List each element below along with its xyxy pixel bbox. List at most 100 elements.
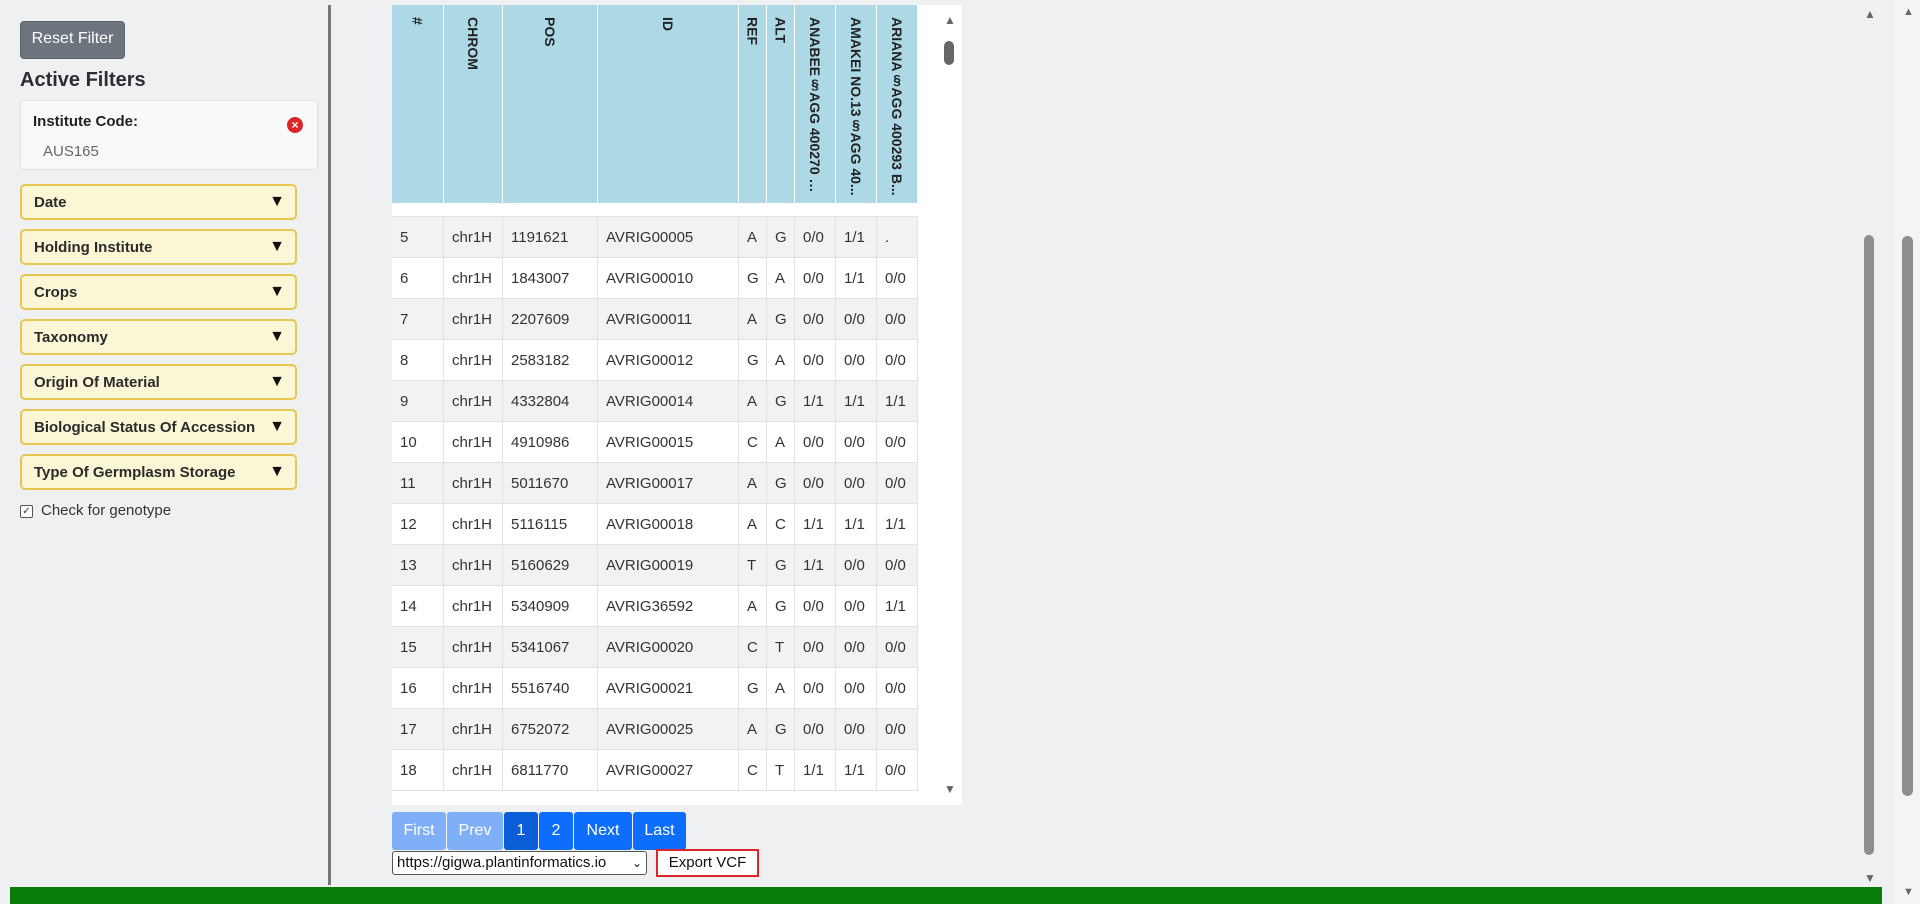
genotype-cell: 0/0 [877,545,918,586]
genotype-table: # CHROM POS ID REF ALT ANABEE§AGG 400270… [392,5,962,805]
facet-holding-institute[interactable]: Holding Institute ▼ [20,229,297,265]
window-scrollbar[interactable]: ▲ ▼ [1895,0,1920,904]
table-row[interactable]: 18 chr1H 6811770 AVRIG00027 C T 1/1 1/1 0/0 [392,750,918,791]
column-header[interactable]: ANABEE§AGG 400270 B... [795,5,836,203]
triangle-down-icon: ▼ [269,193,285,210]
genotype-cell: 0/0 [795,340,836,381]
scroll-up-icon[interactable]: ▲ [1864,7,1876,21]
table-row[interactable]: 11 chr1H 5011670 AVRIG00017 A G 0/0 0/0 0/0 [392,463,918,504]
genotype-cell: 0/0 [877,627,918,668]
table-row[interactable]: 7 chr1H 2207609 AVRIG00011 A G 0/0 0/0 0/0 [392,299,918,340]
scroll-down-icon[interactable]: ▼ [1864,871,1876,885]
chrom-cell: chr1H [444,627,503,668]
prev-page-button[interactable]: Prev [447,812,503,850]
id-cell: AVRIG00021 [598,668,739,709]
table-row[interactable]: 14 chr1H 5340909 AVRIG36592 A G 0/0 0/0 1/1 [392,586,918,627]
pos-cell: 6752072 [503,709,598,750]
server-select[interactable]: https://gigwa.plantinformatics.io ⌄ [392,851,647,875]
ref-cell: G [739,258,767,299]
row-number: 17 [392,709,444,750]
chrom-cell: chr1H [444,709,503,750]
page-2-button[interactable]: 2 [539,812,573,850]
genotype-cell: 0/0 [836,586,877,627]
column-header[interactable]: ARIANA§AGG 400293 B... [877,5,918,203]
genotype-cell: 1/1 [795,504,836,545]
table-row[interactable]: 5 chr1H 1191621 AVRIG00005 A G 0/0 1/1. [392,217,918,258]
genotype-cell: 0/0 [836,422,877,463]
active-filter-card: Institute Code: AUS165 × [20,100,318,170]
facet-crops[interactable]: Crops ▼ [20,274,297,310]
ref-cell: T [739,545,767,586]
column-header[interactable]: AMAKEI NO.13§AGG 40... [836,5,877,203]
genotype-cell: 0/0 [877,422,918,463]
table-row[interactable]: 6 chr1H 1843007 AVRIG00010 G A 0/0 1/1 0/0 [392,258,918,299]
scroll-thumb[interactable] [1864,235,1874,855]
table-row[interactable]: 16 chr1H 5516740 AVRIG00021 G A 0/0 0/0 0/0 [392,668,918,709]
genotype-cell: 0/0 [795,463,836,504]
chrom-cell: chr1H [444,340,503,381]
alt-cell: T [767,750,795,791]
table-row[interactable]: 15 chr1H 5341067 AVRIG00020 C T 0/0 0/0 0/0 [392,627,918,668]
facet-label: Type Of Germplasm Storage [34,464,236,481]
scroll-up-icon[interactable]: ▲ [1903,6,1914,18]
table-row[interactable]: 10 chr1H 4910986 AVRIG00015 C A 0/0 0/0 0/0 [392,422,918,463]
chrom-cell: chr1H [444,299,503,340]
chrom-cell: chr1H [444,668,503,709]
active-filter-label: Institute Code: [33,113,138,130]
table-row[interactable]: 8 chr1H 2583182 AVRIG00012 G A 0/0 0/0 0/0 [392,340,918,381]
genotype-cell: 0/0 [795,258,836,299]
ref-cell: A [739,586,767,627]
genotype-cell: 0/0 [877,258,918,299]
table-row[interactable]: 13 chr1H 5160629 AVRIG00019 T G 1/1 0/0 0/0 [392,545,918,586]
page-1-button[interactable]: 1 [504,812,538,850]
row-number: 11 [392,463,444,504]
pos-cell: 5160629 [503,545,598,586]
column-header[interactable]: ID [598,5,739,203]
reset-filter-button[interactable]: Reset Filter [20,21,125,59]
last-page-button[interactable]: Last [633,812,686,850]
genotype-cell: 1/1 [836,504,877,545]
alt-cell: G [767,381,795,422]
alt-cell: A [767,340,795,381]
genotype-checkbox-row[interactable]: ✓ Check for genotype [20,502,171,519]
genotype-cell: 0/0 [836,627,877,668]
alt-cell: G [767,586,795,627]
column-header[interactable]: REF [739,5,767,203]
first-page-button[interactable]: First [392,812,446,850]
close-circle-icon[interactable]: × [287,117,303,133]
genotype-cell: 0/0 [795,627,836,668]
genotype-checkbox[interactable]: ✓ [20,505,33,518]
facet-germplasm-storage[interactable]: Type Of Germplasm Storage ▼ [20,454,297,490]
facet-biological-status[interactable]: Biological Status Of Accession ▼ [20,409,297,445]
id-cell: AVRIG00012 [598,340,739,381]
scroll-up-icon[interactable]: ▲ [944,13,956,27]
table-row[interactable]: 17 chr1H 6752072 AVRIG00025 A G 0/0 0/0 0/0 [392,709,918,750]
scroll-down-icon[interactable]: ▼ [944,782,956,796]
alt-cell: G [767,709,795,750]
facet-taxonomy[interactable]: Taxonomy ▼ [20,319,297,355]
pos-cell: 1191621 [503,217,598,258]
scroll-thumb[interactable] [944,41,954,65]
scroll-down-icon[interactable]: ▼ [1903,886,1914,898]
facet-date[interactable]: Date ▼ [20,184,297,220]
facet-origin-of-material[interactable]: Origin Of Material ▼ [20,364,297,400]
column-header[interactable]: # [392,5,444,203]
triangle-down-icon: ▼ [269,283,285,300]
ref-cell: C [739,422,767,463]
table-scrollbar[interactable]: ▲ ▼ [938,5,962,800]
export-vcf-button[interactable]: Export VCF [656,849,759,877]
facet-label: Origin Of Material [34,374,160,391]
column-header[interactable]: ALT [767,5,795,203]
id-cell: AVRIG00025 [598,709,739,750]
genotype-cell: 1/1 [836,750,877,791]
table-row[interactable]: 12 chr1H 5116115 AVRIG00018 A C 1/1 1/1 1/1 [392,504,918,545]
table-row[interactable]: 9 chr1H 4332804 AVRIG00014 A G 1/1 1/1 1/1 [392,381,918,422]
genotype-cell: . [877,217,918,258]
next-page-button[interactable]: Next [574,812,632,850]
column-header[interactable]: CHROM [444,5,503,203]
genotype-cell: 0/0 [877,463,918,504]
content-scrollbar[interactable]: ▲ ▼ [1860,5,1880,885]
alt-cell: G [767,217,795,258]
column-header[interactable]: POS [503,5,598,203]
scroll-thumb[interactable] [1902,236,1913,796]
